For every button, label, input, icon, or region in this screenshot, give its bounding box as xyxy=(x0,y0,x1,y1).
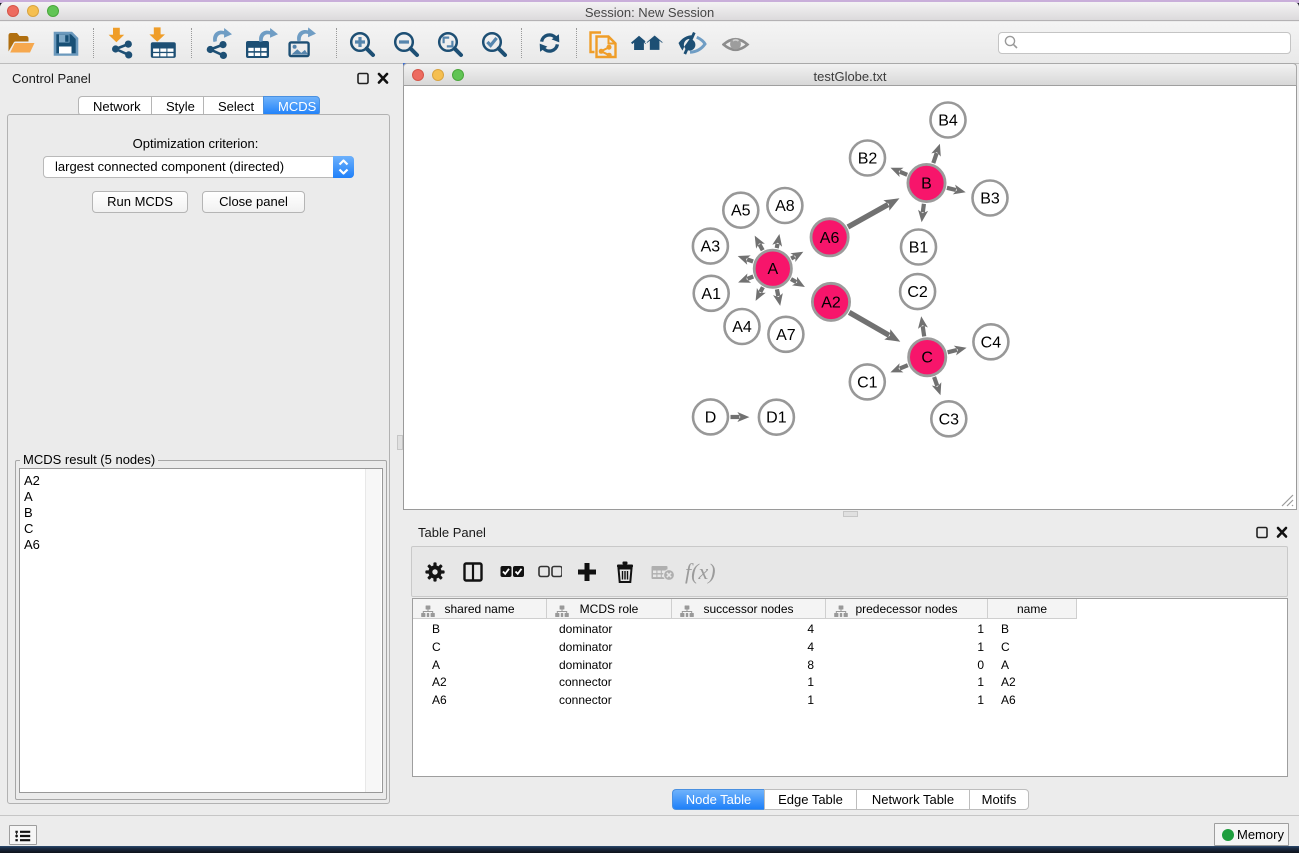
svg-text:D1: D1 xyxy=(766,410,787,427)
svg-text:A8: A8 xyxy=(775,198,795,215)
svg-text:B3: B3 xyxy=(980,191,1000,208)
svg-text:A2: A2 xyxy=(821,294,841,311)
svg-text:A4: A4 xyxy=(732,319,752,336)
svg-text:A3: A3 xyxy=(701,239,721,256)
svg-text:A1: A1 xyxy=(701,286,721,303)
svg-text:B4: B4 xyxy=(938,113,958,130)
svg-text:A7: A7 xyxy=(776,327,796,344)
svg-text:D: D xyxy=(705,409,717,426)
svg-text:C: C xyxy=(921,350,933,367)
svg-text:C1: C1 xyxy=(857,374,878,391)
svg-text:C4: C4 xyxy=(981,334,1002,351)
svg-text:A6: A6 xyxy=(820,230,840,247)
svg-text:A: A xyxy=(767,261,778,278)
svg-text:B: B xyxy=(921,176,932,193)
svg-text:C3: C3 xyxy=(939,411,960,428)
svg-text:B1: B1 xyxy=(909,240,929,257)
svg-text:C2: C2 xyxy=(907,284,928,301)
svg-text:A5: A5 xyxy=(731,203,751,220)
svg-text:B2: B2 xyxy=(858,151,878,168)
